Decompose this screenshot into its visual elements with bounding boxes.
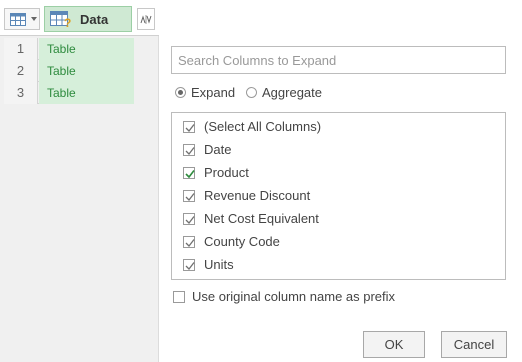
expand-column-button[interactable] xyxy=(137,8,155,30)
column-option-label: (Select All Columns) xyxy=(204,119,322,134)
table-cell-link[interactable]: Table xyxy=(39,60,134,82)
grid-header: ? Data xyxy=(0,0,159,36)
search-columns-field xyxy=(171,46,506,74)
checkmark-icon xyxy=(185,262,195,270)
column-option-select-all[interactable]: (Select All Columns) xyxy=(172,116,502,138)
table-row: 3 Table xyxy=(4,82,134,104)
prefix-checkbox[interactable] xyxy=(173,291,185,303)
checkmark-icon xyxy=(185,216,195,224)
column-header-data[interactable]: ? Data xyxy=(44,6,132,32)
expand-radio-label: Expand xyxy=(191,85,236,100)
column-option-date[interactable]: Date xyxy=(172,139,502,161)
column-option-product[interactable]: Product xyxy=(172,162,502,184)
checkmark-icon xyxy=(185,124,195,132)
checkbox[interactable] xyxy=(183,167,195,179)
checkbox[interactable] xyxy=(183,190,195,202)
ok-button[interactable]: OK xyxy=(363,331,425,358)
column-option-label: County Code xyxy=(204,234,280,249)
table-row: 1 Table xyxy=(4,38,134,60)
cancel-button[interactable]: Cancel xyxy=(441,331,507,358)
checkmark-icon xyxy=(185,239,195,247)
column-name: Data xyxy=(80,12,109,27)
prefix-option-label: Use original column name as prefix xyxy=(192,289,396,304)
checkbox[interactable] xyxy=(183,213,195,225)
checkmark-icon xyxy=(185,193,195,201)
column-option-label: Product xyxy=(204,165,249,180)
table-cell-link[interactable]: Table xyxy=(39,82,134,104)
column-option-revenue-discount[interactable]: Revenue Discount xyxy=(172,185,502,207)
column-option-county-code[interactable]: County Code xyxy=(172,231,502,253)
row-number: 3 xyxy=(4,82,38,104)
radio-selected-icon xyxy=(175,87,186,98)
grid-rows: 1 Table 2 Table 3 Table xyxy=(4,38,134,104)
table-menu-button[interactable] xyxy=(4,8,40,30)
column-option-label: Date xyxy=(204,142,232,157)
svg-text:?: ? xyxy=(64,16,71,28)
aggregate-radio-label: Aggregate xyxy=(262,85,322,100)
column-option-label: Units xyxy=(204,257,234,272)
row-number: 2 xyxy=(4,60,38,82)
prefix-option[interactable]: Use original column name as prefix xyxy=(173,288,473,306)
column-option-label: Net Cost Equivalent xyxy=(204,211,319,226)
chevron-down-icon xyxy=(31,17,37,21)
expand-arrows-icon xyxy=(140,15,152,24)
search-input[interactable] xyxy=(172,47,505,73)
columns-checklist: (Select All Columns) Date Product Revenu… xyxy=(171,112,506,280)
table-row: 2 Table xyxy=(4,60,134,82)
checkbox[interactable] xyxy=(183,236,195,248)
radio-unselected-icon xyxy=(246,87,257,98)
checkmark-icon xyxy=(185,147,195,155)
data-grid: ? Data 1 Table 2 Table 3 Table xyxy=(0,0,159,362)
column-option-net-cost-equivalent[interactable]: Net Cost Equivalent xyxy=(172,208,502,230)
table-column-type-icon: ? xyxy=(50,11,71,28)
checkbox[interactable] xyxy=(183,259,195,271)
table-cell-link[interactable]: Table xyxy=(39,38,134,60)
table-icon xyxy=(10,13,26,26)
checkmark-icon xyxy=(185,170,195,179)
checkbox[interactable] xyxy=(183,144,195,156)
column-option-units[interactable]: Units xyxy=(172,254,502,276)
column-option-label: Revenue Discount xyxy=(204,188,311,203)
checkbox[interactable] xyxy=(183,121,195,133)
row-number: 1 xyxy=(4,38,38,60)
